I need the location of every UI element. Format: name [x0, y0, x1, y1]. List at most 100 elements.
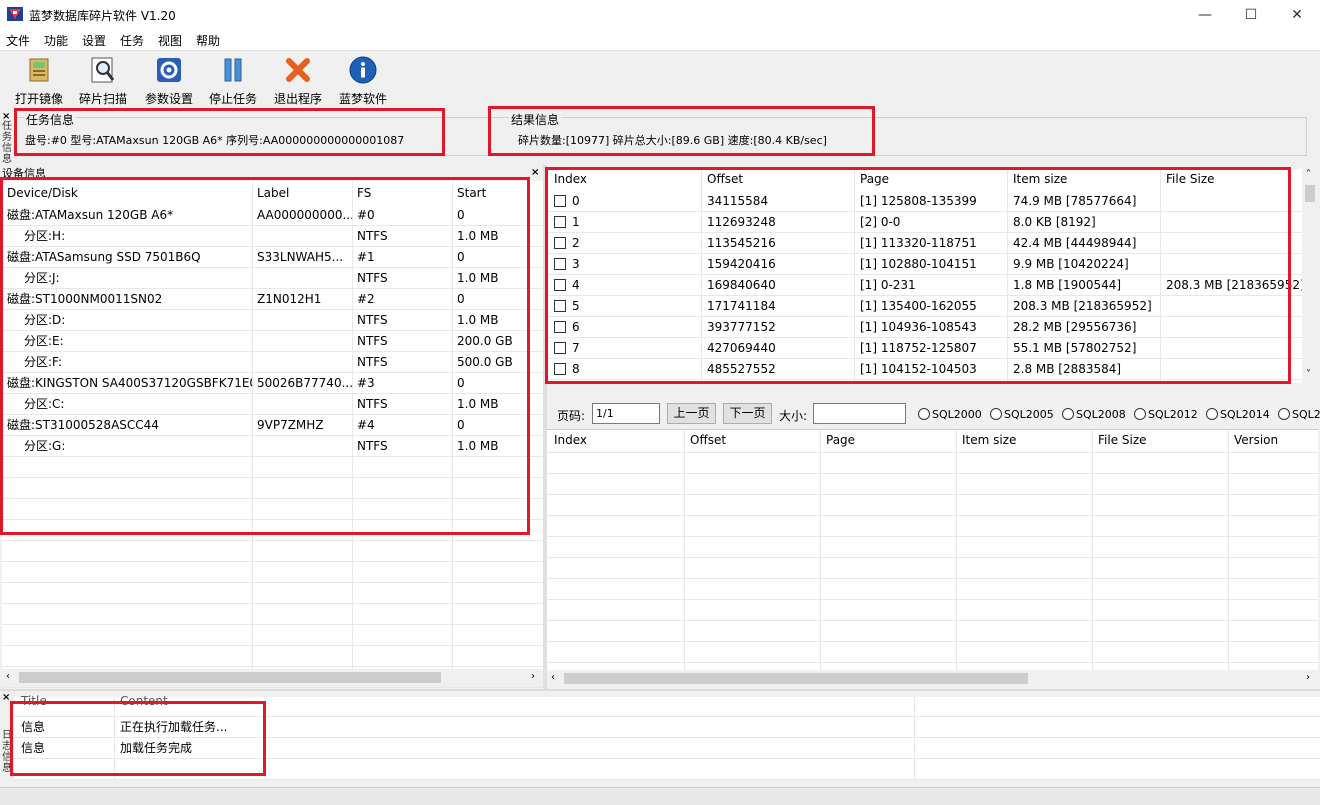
log-col-title[interactable]: Title [16, 691, 114, 712]
table-row[interactable]: 磁盘:ATASamsung SSD 7501B6Q S33LNWAH5... #1 0 [2, 247, 543, 268]
row-checkbox[interactable] [554, 195, 566, 207]
table-row[interactable]: 分区:F: NTFS 500.0 GB [2, 352, 543, 373]
table-row[interactable]: 分区:C: NTFS 1.0 MB [2, 394, 543, 415]
radio-sql2014[interactable]: SQL2014 [1206, 408, 1270, 421]
table-row[interactable]: 磁盘:KINGSTON SA400S37120GSBFK71E0 50026B77… [2, 373, 543, 394]
scroll-right-icon[interactable]: › [531, 671, 535, 682]
detail-col-version[interactable]: Version [1229, 430, 1318, 451]
frag-item-size-cell: 55.1 MB [57802752] [1008, 338, 1160, 359]
lanmeng-software-button[interactable]: 蓝梦软件 [334, 53, 392, 106]
table-row[interactable]: 0 34115584 [1] 125808-135399 74.9 MB [78577… [547, 191, 1302, 212]
table-row[interactable]: 1 112693248 [2] 0-0 8.0 KB [8192] [547, 212, 1302, 233]
scroll-left-icon[interactable]: ‹ [6, 671, 10, 682]
device-label [252, 436, 352, 457]
table-row[interactable]: 磁盘:ST1000NM0011SN02 Z1N012H1 #2 0 [2, 289, 543, 310]
close-button[interactable]: ✕ [1274, 0, 1320, 30]
log-col-content[interactable]: Content [115, 691, 315, 712]
detail-col-file-size[interactable]: File Size [1093, 430, 1227, 451]
detail-col-item-size[interactable]: Item size [957, 430, 1091, 451]
log-panel-vertical-tab[interactable]: 日志信息 [1, 730, 13, 774]
radio-sql2-partial[interactable]: SQL2 [1278, 408, 1320, 421]
next-page-button[interactable]: 下一页 [723, 403, 772, 424]
log-panel-close-icon[interactable]: × [2, 692, 10, 703]
col-header-label[interactable]: Label [252, 183, 352, 204]
detail-hscrollbar[interactable]: ‹ › [547, 670, 1318, 687]
frag-index-cell: 0 [549, 191, 701, 212]
scroll-down-icon[interactable]: ˅ [1306, 369, 1311, 380]
row-checkbox[interactable] [554, 279, 566, 291]
radio-sql2000[interactable]: SQL2000 [918, 408, 982, 421]
menu-view[interactable]: 视图 [158, 32, 182, 49]
exit-program-button[interactable]: 退出程序 [269, 53, 327, 106]
list-item[interactable]: 信息 加载任务完成 [14, 738, 1320, 759]
param-settings-button[interactable]: 参数设置 [138, 53, 200, 106]
detail-col-offset[interactable]: Offset [685, 430, 819, 451]
frag-page-cell: [1] 135400-162055 [855, 296, 1007, 317]
scroll-thumb[interactable] [19, 672, 441, 683]
frag-item-size: 1.8 MB [1900544] [1013, 278, 1122, 292]
menu-settings[interactable]: 设置 [82, 32, 106, 49]
scroll-up-icon[interactable]: ˄ [1306, 169, 1311, 180]
detail-col-page[interactable]: Page [821, 430, 955, 451]
row-checkbox[interactable] [554, 363, 566, 375]
row-checkbox[interactable] [554, 300, 566, 312]
table-row[interactable]: 4 169840640 [1] 0-231 1.8 MB [1900544] 208.3… [547, 275, 1302, 296]
fragment-vscrollbar[interactable]: ˄ ˅ [1302, 169, 1318, 383]
table-row[interactable]: 6 393777152 [1] 104936-108543 28.2 MB [2955… [547, 317, 1302, 338]
task-panel-vertical-tab[interactable]: 任务信息 [1, 121, 13, 165]
table-row[interactable]: 分区:H: NTFS 1.0 MB [2, 226, 543, 247]
fragment-scan-button[interactable]: 碎片扫描 [74, 53, 132, 106]
list-item[interactable]: 信息 正在执行加载任务... [14, 717, 1320, 738]
frag-page: [1] 104152-104503 [860, 362, 977, 376]
maximize-button[interactable]: ☐ [1228, 0, 1274, 30]
frag-col-index[interactable]: Index [549, 169, 701, 190]
frag-col-page[interactable]: Page [855, 169, 1007, 190]
row-line [547, 641, 1318, 642]
table-row[interactable]: 5 171741184 [1] 135400-162055 208.3 MB [218… [547, 296, 1302, 317]
menu-help[interactable]: 帮助 [196, 32, 220, 49]
open-image-button[interactable]: 打开镜像 [10, 53, 68, 106]
table-row[interactable]: 2 113545216 [1] 113320-118751 42.4 MB [4449… [547, 233, 1302, 254]
table-row[interactable]: 磁盘:ATAMaxsun 120GB A6* AA000000000... #0 0 [2, 205, 543, 226]
col-header-device[interactable]: Device/Disk [2, 183, 252, 204]
row-checkbox[interactable] [554, 258, 566, 270]
row-checkbox[interactable] [554, 237, 566, 249]
frag-col-offset[interactable]: Offset [702, 169, 854, 190]
frag-col-item-size[interactable]: Item size [1008, 169, 1160, 190]
detail-col-index[interactable]: Index [549, 430, 683, 451]
scroll-right-icon[interactable]: › [1306, 672, 1310, 683]
col-header-start[interactable]: Start [452, 183, 542, 204]
table-row[interactable]: 磁盘:ST31000528ASCC44 9VP7ZMHZ #4 0 [2, 415, 543, 436]
page-input[interactable]: 1/1 [592, 403, 660, 424]
row-checkbox[interactable] [554, 342, 566, 354]
window-title: 蓝梦数据库碎片软件 V1.20 [29, 9, 176, 23]
radio-sql2012[interactable]: SQL2012 [1134, 408, 1198, 421]
frag-col-file-size[interactable]: File Size [1161, 169, 1302, 190]
radio-sql2008[interactable]: SQL2008 [1062, 408, 1126, 421]
row-checkbox[interactable] [554, 216, 566, 228]
table-row[interactable]: 3 159420416 [1] 102880-104151 9.9 MB [10420… [547, 254, 1302, 275]
col-header-fs[interactable]: FS [352, 183, 452, 204]
scroll-left-icon[interactable]: ‹ [551, 672, 555, 683]
device-hscrollbar[interactable]: ‹ › [2, 669, 543, 686]
table-row[interactable]: 分区:J: NTFS 1.0 MB [2, 268, 543, 289]
menu-file[interactable]: 文件 [6, 32, 30, 49]
row-line [547, 515, 1318, 516]
stop-task-button[interactable]: 停止任务 [204, 53, 262, 106]
scroll-thumb[interactable] [564, 673, 1028, 684]
menu-function[interactable]: 功能 [44, 32, 68, 49]
size-input[interactable] [813, 403, 906, 424]
table-row[interactable]: 8 485527552 [1] 104152-104503 2.8 MB [28835… [547, 359, 1302, 380]
row-checkbox[interactable] [554, 321, 566, 333]
device-panel-close-icon[interactable]: × [531, 167, 539, 178]
frag-file-size-cell [1161, 191, 1302, 212]
table-row[interactable]: 分区:E: NTFS 200.0 GB [2, 331, 543, 352]
menu-task[interactable]: 任务 [120, 32, 144, 49]
scroll-thumb[interactable] [1305, 185, 1315, 202]
prev-page-button[interactable]: 上一页 [667, 403, 716, 424]
table-row[interactable]: 分区:G: NTFS 1.0 MB [2, 436, 543, 457]
table-row[interactable]: 分区:D: NTFS 1.0 MB [2, 310, 543, 331]
radio-sql2005[interactable]: SQL2005 [990, 408, 1054, 421]
table-row[interactable]: 7 427069440 [1] 118752-125807 55.1 MB [5780… [547, 338, 1302, 359]
minimize-button[interactable]: — [1182, 0, 1228, 30]
